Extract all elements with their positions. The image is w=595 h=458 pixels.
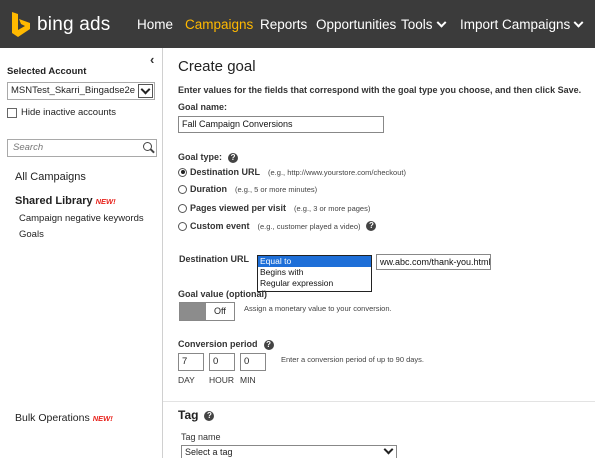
nav-reports[interactable]: Reports	[260, 17, 307, 32]
operator-option[interactable]: Regular expression	[258, 278, 371, 289]
goal-type-pages-viewed[interactable]: Pages viewed per visit (e.g., 3 or more …	[178, 203, 370, 213]
selected-account-label: Selected Account	[7, 66, 87, 77]
account-select-value: MSNTest_Skarri_Bingadse2e -	[11, 85, 141, 96]
goal-type-duration[interactable]: Duration (e.g., 5 or more minutes)	[178, 184, 317, 194]
goal-type-custom-event[interactable]: Custom event (e.g., customer played a vi…	[178, 221, 377, 231]
radio-button[interactable]	[178, 221, 187, 231]
operator-option[interactable]: Begins with	[258, 267, 371, 278]
tag-heading: Tag?	[178, 408, 215, 422]
chevron-down-icon[interactable]	[138, 84, 153, 98]
conversion-min-input[interactable]: 0	[240, 353, 266, 371]
goal-name-input[interactable]: Fall Campaign Conversions	[178, 116, 384, 133]
sidebar-item-shared-library[interactable]: Shared Library NEW!	[15, 195, 116, 207]
nav-tools-label: Tools	[401, 17, 433, 32]
bing-logo-icon	[10, 11, 32, 39]
instructions-text: Enter values for the fields that corresp…	[178, 85, 582, 95]
tag-name-label: Tag name	[181, 432, 221, 442]
min-unit-label: MIN	[240, 375, 256, 385]
nav-opportunities-label: Opportunities	[316, 17, 397, 32]
new-badge: NEW!	[95, 197, 116, 206]
help-icon[interactable]: ?	[228, 152, 239, 163]
nav-opportunities[interactable]: Opportunities	[316, 17, 396, 32]
goal-type-label-text: Goal type:	[178, 152, 223, 162]
radio-button[interactable]	[178, 167, 187, 177]
sidebar-search-input[interactable]: Search	[7, 139, 157, 157]
toggle-state-label: Off	[214, 306, 226, 316]
conversion-day-input[interactable]: 7	[178, 353, 204, 371]
conversion-period-label-text: Conversion period	[178, 339, 258, 349]
conversion-hour-input[interactable]: 0	[209, 353, 235, 371]
goal-value-hint: Assign a monetary value to your conversi…	[244, 304, 392, 313]
destination-url-input[interactable]: ww.abc.com/thank-you.html	[376, 254, 491, 270]
collapse-sidebar-icon[interactable]: ‹	[150, 52, 154, 67]
conversion-period-label: Conversion period?	[178, 339, 274, 350]
section-divider	[163, 401, 595, 402]
goal-type-destination-url[interactable]: Destination URL (e.g., http://www.yourst…	[178, 167, 406, 177]
nav-import-campaigns-label: Import Campaigns	[460, 17, 571, 32]
brand-logo[interactable]: bing ads	[10, 10, 110, 40]
new-badge: NEW!	[92, 414, 113, 423]
radio-hint: (e.g., http://www.yourstore.com/checkout…	[268, 167, 406, 177]
bulk-operations-label: Bulk Operations	[15, 412, 90, 424]
nav-reports-label: Reports	[260, 17, 308, 32]
top-nav-bar: bing ads Home Campaigns Reports Opportun…	[0, 0, 595, 48]
operator-option[interactable]: Equal to	[258, 256, 371, 267]
radio-label: Duration	[190, 184, 227, 194]
goal-name-label: Goal name:	[178, 102, 228, 112]
chevron-down-icon	[573, 17, 584, 28]
shared-library-label: Shared Library	[15, 195, 93, 207]
goal-type-label: Goal type:?	[178, 152, 239, 163]
brand-name: bing ads	[37, 14, 111, 35]
sidebar-item-all-campaigns[interactable]: All Campaigns	[15, 171, 86, 183]
page-title: Create goal	[178, 58, 256, 75]
account-select[interactable]: MSNTest_Skarri_Bingadse2e -	[7, 82, 155, 100]
hide-inactive-checkbox[interactable]	[7, 107, 17, 118]
goal-value-toggle[interactable]: Off	[179, 302, 235, 321]
tag-select-value: Select a tag	[185, 447, 233, 457]
nav-tools[interactable]: Tools	[401, 17, 446, 32]
radio-hint: (e.g., 3 or more pages)	[294, 203, 371, 213]
radio-label: Destination URL	[190, 167, 261, 177]
goal-value-label: Goal value (optional)	[178, 289, 268, 299]
nav-home[interactable]: Home	[137, 17, 173, 32]
main-content: Create goal Enter values for the fields …	[163, 48, 595, 458]
nav-campaigns[interactable]: Campaigns	[185, 17, 253, 32]
chevron-down-icon[interactable]	[382, 446, 394, 458]
nav-import-campaigns[interactable]: Import Campaigns	[460, 17, 584, 32]
destination-url-label: Destination URL	[179, 254, 250, 264]
radio-label: Pages viewed per visit	[190, 203, 287, 213]
sidebar: ‹ Selected Account MSNTest_Skarri_Bingad…	[0, 48, 163, 458]
toggle-track	[180, 303, 206, 320]
hide-inactive-label: Hide inactive accounts	[21, 107, 117, 118]
search-icon[interactable]	[143, 142, 152, 151]
help-icon[interactable]: ?	[263, 339, 274, 350]
tag-select[interactable]: Select a tag	[181, 445, 397, 458]
radio-button[interactable]	[178, 184, 187, 194]
nav-home-label: Home	[137, 17, 174, 32]
hour-unit-label: HOUR	[209, 375, 235, 385]
search-placeholder: Search	[13, 142, 44, 153]
chevron-down-icon	[436, 17, 446, 28]
hide-inactive-option[interactable]: Hide inactive accounts	[7, 107, 116, 118]
nav-campaigns-label: Campaigns	[185, 17, 254, 32]
radio-hint: (e.g., customer played a video)	[257, 221, 361, 231]
help-icon[interactable]: ?	[366, 221, 377, 231]
radio-button[interactable]	[178, 203, 187, 213]
help-icon[interactable]: ?	[204, 410, 215, 421]
tag-heading-text: Tag	[178, 408, 199, 422]
conversion-period-hint: Enter a conversion period of up to 90 da…	[281, 355, 425, 364]
sidebar-item-goals[interactable]: Goals	[19, 229, 44, 240]
sidebar-item-campaign-negative-keywords[interactable]: Campaign negative keywords	[19, 213, 144, 224]
sidebar-item-bulk-operations[interactable]: Bulk Operations NEW!	[15, 412, 113, 424]
operator-dropdown-list[interactable]: Equal to Begins with Regular expression	[257, 255, 372, 292]
day-unit-label: DAY	[178, 375, 195, 385]
radio-hint: (e.g., 5 or more minutes)	[235, 184, 318, 194]
radio-label: Custom event	[190, 221, 250, 231]
